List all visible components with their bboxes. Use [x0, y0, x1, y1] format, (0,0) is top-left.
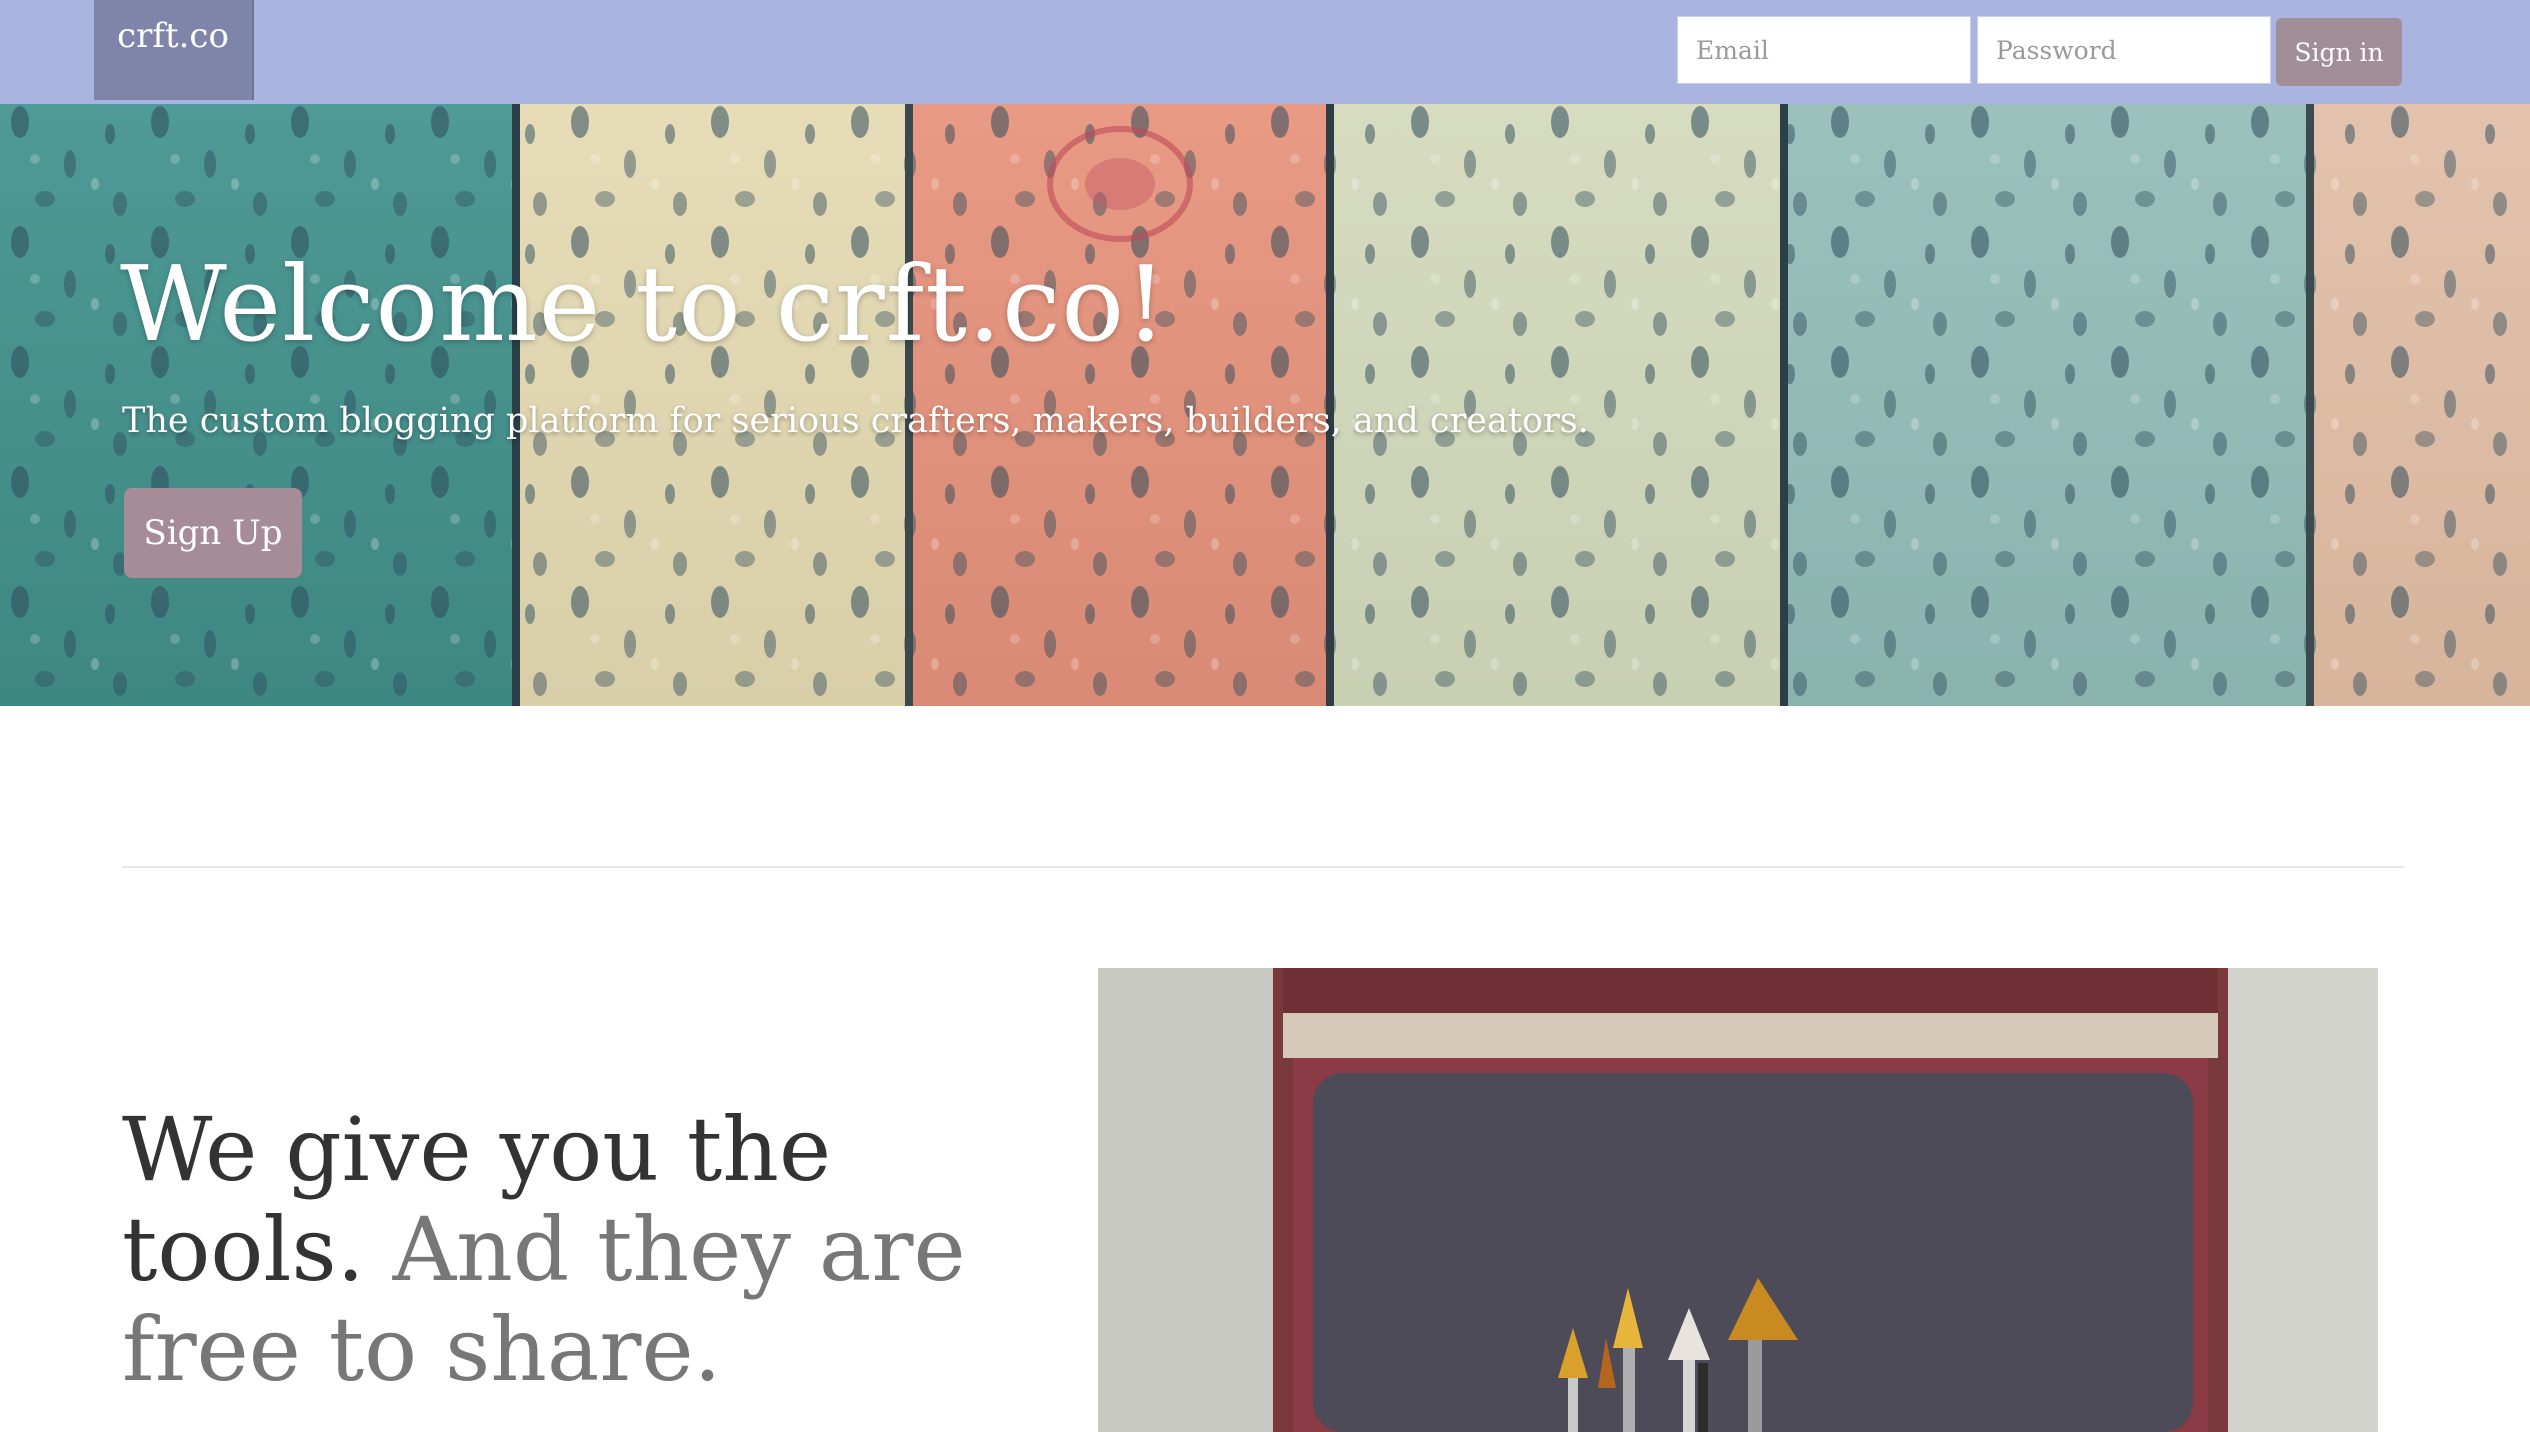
paintbrushes-image	[1098, 968, 2378, 1432]
hero-title: Welcome to crft.co!	[120, 243, 1168, 365]
section-divider	[122, 866, 2404, 868]
hero-subtitle: The custom blogging platform for serious…	[122, 401, 1589, 441]
feature-heading: We give you the tools. And they are free…	[122, 1100, 1042, 1400]
email-input[interactable]	[1677, 16, 1971, 84]
hero-banner: Welcome to crft.co! The custom blogging …	[0, 104, 2530, 706]
top-navbar: crft.co Sign in	[0, 0, 2530, 104]
sign-up-button[interactable]: Sign Up	[124, 488, 302, 578]
brand-logo[interactable]: crft.co	[94, 0, 254, 100]
password-input[interactable]	[1977, 16, 2271, 84]
paintbrushes-illustration	[1098, 968, 2378, 1432]
sign-in-button[interactable]: Sign in	[2276, 18, 2402, 86]
